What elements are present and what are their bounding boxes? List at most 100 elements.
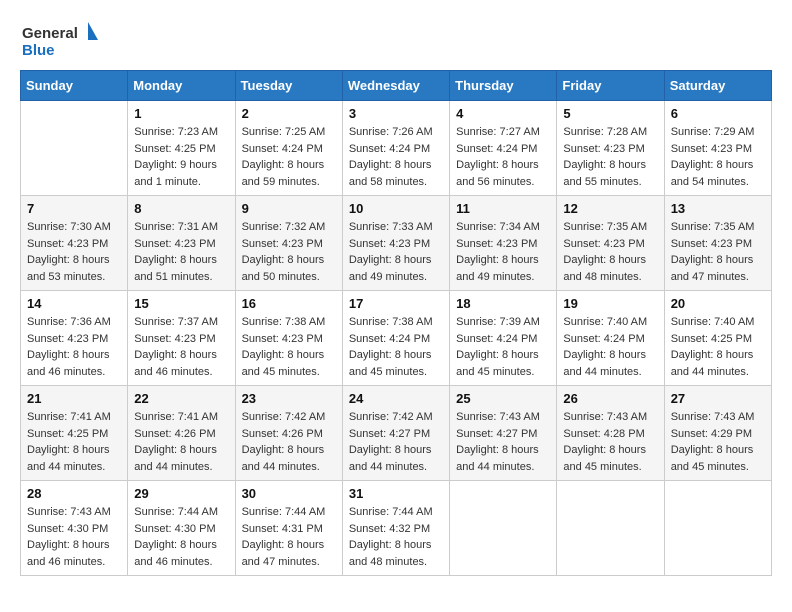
day-info: Sunrise: 7:27 AM Sunset: 4:24 PM Dayligh… xyxy=(456,124,550,190)
day-number: 14 xyxy=(27,296,121,311)
day-number: 26 xyxy=(563,391,657,406)
calendar-cell: 19 Sunrise: 7:40 AM Sunset: 4:24 PM Dayli… xyxy=(557,291,664,386)
day-number: 15 xyxy=(134,296,228,311)
day-info: Sunrise: 7:33 AM Sunset: 4:23 PM Dayligh… xyxy=(349,219,443,285)
day-number: 27 xyxy=(671,391,765,406)
day-number: 13 xyxy=(671,201,765,216)
day-info: Sunrise: 7:44 AM Sunset: 4:32 PM Dayligh… xyxy=(349,504,443,570)
day-info: Sunrise: 7:41 AM Sunset: 4:25 PM Dayligh… xyxy=(27,409,121,475)
calendar-cell: 2Sunrise: 7:25 AM Sunset: 4:24 PM Daylig… xyxy=(235,101,342,196)
calendar-cell: 25 Sunrise: 7:43 AM Sunset: 4:27 PM Dayli… xyxy=(450,386,557,481)
weekday-header-monday: Monday xyxy=(128,71,235,101)
day-info: Sunrise: 7:26 AM Sunset: 4:24 PM Dayligh… xyxy=(349,124,443,190)
calendar-cell: 15 Sunrise: 7:37 AM Sunset: 4:23 PM Dayli… xyxy=(128,291,235,386)
day-info: Sunrise: 7:30 AM Sunset: 4:23 PM Dayligh… xyxy=(27,219,121,285)
day-number: 7 xyxy=(27,201,121,216)
day-number: 18 xyxy=(456,296,550,311)
day-number: 20 xyxy=(671,296,765,311)
day-number: 6 xyxy=(671,106,765,121)
day-info: Sunrise: 7:35 AM Sunset: 4:23 PM Dayligh… xyxy=(671,219,765,285)
calendar-header-row: SundayMondayTuesdayWednesdayThursdayFrid… xyxy=(21,71,772,101)
calendar-cell: 21 Sunrise: 7:41 AM Sunset: 4:25 PM Dayli… xyxy=(21,386,128,481)
calendar-cell: 18 Sunrise: 7:39 AM Sunset: 4:24 PM Dayli… xyxy=(450,291,557,386)
day-info: Sunrise: 7:44 AM Sunset: 4:30 PM Dayligh… xyxy=(134,504,228,570)
day-info: Sunrise: 7:43 AM Sunset: 4:29 PM Dayligh… xyxy=(671,409,765,475)
weekday-header-tuesday: Tuesday xyxy=(235,71,342,101)
day-info: Sunrise: 7:29 AM Sunset: 4:23 PM Dayligh… xyxy=(671,124,765,190)
day-info: Sunrise: 7:43 AM Sunset: 4:27 PM Dayligh… xyxy=(456,409,550,475)
calendar-cell: 27 Sunrise: 7:43 AM Sunset: 4:29 PM Dayli… xyxy=(664,386,771,481)
day-number: 23 xyxy=(242,391,336,406)
day-info: Sunrise: 7:35 AM Sunset: 4:23 PM Dayligh… xyxy=(563,219,657,285)
calendar-cell: 7 Sunrise: 7:30 AM Sunset: 4:23 PM Daylig… xyxy=(21,196,128,291)
day-info: Sunrise: 7:23 AM Sunset: 4:25 PM Dayligh… xyxy=(134,124,228,190)
day-info: Sunrise: 7:42 AM Sunset: 4:26 PM Dayligh… xyxy=(242,409,336,475)
day-info: Sunrise: 7:42 AM Sunset: 4:27 PM Dayligh… xyxy=(349,409,443,475)
day-info: Sunrise: 7:25 AM Sunset: 4:24 PM Dayligh… xyxy=(242,124,336,190)
calendar-week-row: 1 Sunrise: 7:23 AM Sunset: 4:25 PM Daylig… xyxy=(21,101,772,196)
calendar-cell: 16 Sunrise: 7:38 AM Sunset: 4:23 PM Dayli… xyxy=(235,291,342,386)
calendar-cell: 29 Sunrise: 7:44 AM Sunset: 4:30 PM Dayli… xyxy=(128,481,235,576)
weekday-header-saturday: Saturday xyxy=(664,71,771,101)
day-number: 3 xyxy=(349,106,443,121)
day-info: Sunrise: 7:40 AM Sunset: 4:24 PM Dayligh… xyxy=(563,314,657,380)
weekday-header-friday: Friday xyxy=(557,71,664,101)
calendar-cell xyxy=(450,481,557,576)
svg-text:General: General xyxy=(22,25,78,42)
calendar-cell: 22 Sunrise: 7:41 AM Sunset: 4:26 PM Dayli… xyxy=(128,386,235,481)
calendar-cell: 11 Sunrise: 7:34 AM Sunset: 4:23 PM Dayli… xyxy=(450,196,557,291)
day-number: 8 xyxy=(134,201,228,216)
weekday-header-thursday: Thursday xyxy=(450,71,557,101)
calendar-cell: 17Sunrise: 7:38 AM Sunset: 4:24 PM Dayli… xyxy=(342,291,449,386)
calendar-week-row: 28 Sunrise: 7:43 AM Sunset: 4:30 PM Dayli… xyxy=(21,481,772,576)
day-info: Sunrise: 7:40 AM Sunset: 4:25 PM Dayligh… xyxy=(671,314,765,380)
calendar-cell: 5Sunrise: 7:28 AM Sunset: 4:23 PM Daylig… xyxy=(557,101,664,196)
day-info: Sunrise: 7:43 AM Sunset: 4:28 PM Dayligh… xyxy=(563,409,657,475)
day-info: Sunrise: 7:36 AM Sunset: 4:23 PM Dayligh… xyxy=(27,314,121,380)
calendar-cell: 31Sunrise: 7:44 AM Sunset: 4:32 PM Dayli… xyxy=(342,481,449,576)
day-number: 22 xyxy=(134,391,228,406)
calendar-table: SundayMondayTuesdayWednesdayThursdayFrid… xyxy=(20,70,772,576)
calendar-week-row: 21 Sunrise: 7:41 AM Sunset: 4:25 PM Dayli… xyxy=(21,386,772,481)
day-number: 12 xyxy=(563,201,657,216)
day-number: 16 xyxy=(242,296,336,311)
day-number: 24 xyxy=(349,391,443,406)
logo-icon: GeneralBlue xyxy=(20,20,100,60)
day-info: Sunrise: 7:38 AM Sunset: 4:23 PM Dayligh… xyxy=(242,314,336,380)
day-number: 9 xyxy=(242,201,336,216)
day-info: Sunrise: 7:37 AM Sunset: 4:23 PM Dayligh… xyxy=(134,314,228,380)
calendar-cell: 13 Sunrise: 7:35 AM Sunset: 4:23 PM Dayli… xyxy=(664,196,771,291)
calendar-cell: 14 Sunrise: 7:36 AM Sunset: 4:23 PM Dayli… xyxy=(21,291,128,386)
calendar-cell: 10 Sunrise: 7:33 AM Sunset: 4:23 PM Dayli… xyxy=(342,196,449,291)
day-info: Sunrise: 7:43 AM Sunset: 4:30 PM Dayligh… xyxy=(27,504,121,570)
calendar-cell: 4 Sunrise: 7:27 AM Sunset: 4:24 PM Daylig… xyxy=(450,101,557,196)
logo: GeneralBlue xyxy=(20,20,100,60)
day-number: 21 xyxy=(27,391,121,406)
day-number: 28 xyxy=(27,486,121,501)
calendar-cell xyxy=(21,101,128,196)
day-number: 29 xyxy=(134,486,228,501)
day-number: 17 xyxy=(349,296,443,311)
day-info: Sunrise: 7:28 AM Sunset: 4:23 PM Dayligh… xyxy=(563,124,657,190)
calendar-cell: 30Sunrise: 7:44 AM Sunset: 4:31 PM Dayli… xyxy=(235,481,342,576)
calendar-cell: 1 Sunrise: 7:23 AM Sunset: 4:25 PM Daylig… xyxy=(128,101,235,196)
day-number: 4 xyxy=(456,106,550,121)
day-number: 25 xyxy=(456,391,550,406)
calendar-week-row: 7 Sunrise: 7:30 AM Sunset: 4:23 PM Daylig… xyxy=(21,196,772,291)
day-info: Sunrise: 7:39 AM Sunset: 4:24 PM Dayligh… xyxy=(456,314,550,380)
weekday-header-wednesday: Wednesday xyxy=(342,71,449,101)
calendar-cell xyxy=(664,481,771,576)
day-number: 11 xyxy=(456,201,550,216)
day-number: 19 xyxy=(563,296,657,311)
day-info: Sunrise: 7:31 AM Sunset: 4:23 PM Dayligh… xyxy=(134,219,228,285)
day-info: Sunrise: 7:34 AM Sunset: 4:23 PM Dayligh… xyxy=(456,219,550,285)
weekday-header-sunday: Sunday xyxy=(21,71,128,101)
day-number: 10 xyxy=(349,201,443,216)
calendar-cell: 26 Sunrise: 7:43 AM Sunset: 4:28 PM Dayli… xyxy=(557,386,664,481)
day-info: Sunrise: 7:41 AM Sunset: 4:26 PM Dayligh… xyxy=(134,409,228,475)
day-info: Sunrise: 7:32 AM Sunset: 4:23 PM Dayligh… xyxy=(242,219,336,285)
calendar-cell: 8 Sunrise: 7:31 AM Sunset: 4:23 PM Daylig… xyxy=(128,196,235,291)
calendar-week-row: 14 Sunrise: 7:36 AM Sunset: 4:23 PM Dayli… xyxy=(21,291,772,386)
day-number: 1 xyxy=(134,106,228,121)
calendar-cell: 6 Sunrise: 7:29 AM Sunset: 4:23 PM Daylig… xyxy=(664,101,771,196)
